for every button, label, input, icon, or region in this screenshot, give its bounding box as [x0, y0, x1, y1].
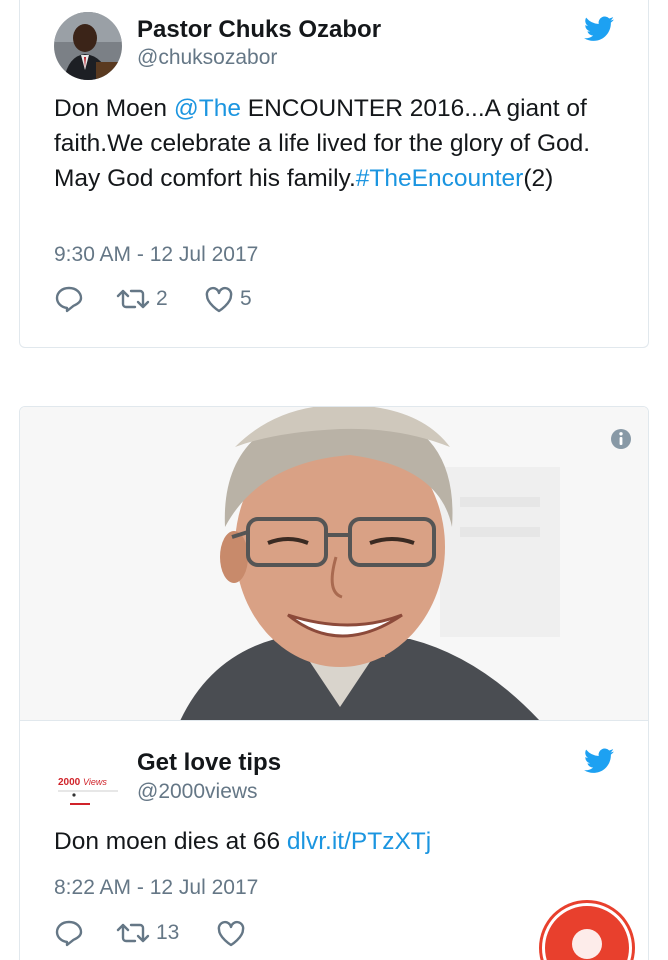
tweet-text: Don Moen @The ENCOUNTER 2016...A giant o…: [54, 91, 614, 196]
tweet-timestamp[interactable]: 9:30 AM - 12 Jul 2017: [54, 243, 258, 267]
reply-button[interactable]: [54, 284, 84, 314]
author-name[interactable]: Get love tips: [137, 749, 281, 777]
text-segment: Don Moen: [54, 95, 174, 122]
retweet-button[interactable]: 2: [116, 284, 168, 314]
hashtag-link[interactable]: #TheEncounter: [356, 165, 524, 192]
author-avatar[interactable]: 2000 Views: [54, 743, 122, 811]
author-name[interactable]: Pastor Chuks Ozabor: [137, 16, 381, 44]
like-count: 5: [240, 287, 252, 310]
mention-link[interactable]: @The: [174, 95, 241, 122]
tweet-photo[interactable]: [20, 407, 648, 721]
twitter-bird-icon[interactable]: [584, 748, 614, 774]
like-icon: [217, 920, 245, 946]
logo-text: 2000: [58, 777, 81, 788]
author-handle[interactable]: @2000views: [137, 780, 258, 804]
reply-icon: [55, 920, 83, 947]
retweet-count: 2: [156, 287, 168, 310]
tweet-card-1[interactable]: Pastor Chuks Ozabor @chuksozabor Don Moe…: [19, 0, 649, 348]
profile-icon: [572, 929, 602, 959]
tweet-card-2[interactable]: 2000 Views Get love tips @2000views Don …: [19, 406, 649, 960]
text-segment: (2): [523, 165, 554, 192]
tweet-text: Don moen dies at 66 dlvr.it/PTzXTj: [54, 824, 614, 859]
info-icon[interactable]: [610, 428, 632, 450]
reply-icon: [55, 286, 83, 313]
tweet-timestamp[interactable]: 8:22 AM - 12 Jul 2017: [54, 876, 258, 900]
retweet-count: 13: [156, 921, 180, 944]
retweet-button[interactable]: 13: [116, 918, 179, 948]
portrait-image: [20, 407, 648, 720]
reply-button[interactable]: [54, 918, 84, 948]
text-segment: Don moen dies at 66: [54, 828, 287, 855]
author-handle[interactable]: @chuksozabor: [137, 46, 277, 70]
retweet-icon: [116, 289, 150, 309]
like-button[interactable]: [216, 918, 252, 948]
svg-text:Views: Views: [83, 777, 107, 787]
retweet-icon: [116, 923, 150, 943]
url-link[interactable]: dlvr.it/PTzXTj: [287, 828, 431, 855]
author-avatar[interactable]: [54, 12, 122, 80]
like-button[interactable]: 5: [204, 284, 252, 314]
twitter-bird-icon[interactable]: [584, 16, 614, 42]
like-icon: [205, 286, 233, 312]
